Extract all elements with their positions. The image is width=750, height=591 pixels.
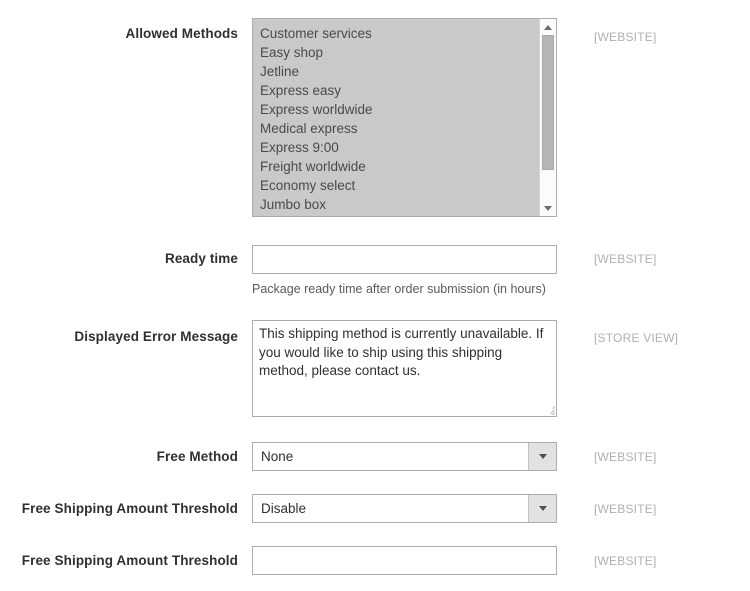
label-free-method: Free Method [156, 449, 238, 464]
scrollbar-thumb[interactable] [542, 35, 554, 170]
field-row-free-shipping-threshold-toggle: Free Shipping Amount Threshold Disable [… [0, 494, 750, 534]
list-item[interactable]: Express worldwide [253, 100, 539, 119]
label-free-shipping-amount-threshold-toggle: Free Shipping Amount Threshold [21, 501, 238, 516]
scope-label-free-shipping-amount-threshold-value: [WEBSITE] [594, 554, 657, 568]
scope-label-displayed-error-message: [STORE VIEW] [594, 331, 679, 345]
label-free-shipping-amount-threshold-value: Free Shipping Amount Threshold [21, 553, 238, 568]
list-item[interactable]: Jumbo box [253, 195, 539, 214]
allowed-methods-multiselect[interactable]: Customer services Easy shop Jetline Expr… [252, 18, 557, 217]
label-allowed-methods: Allowed Methods [125, 26, 238, 41]
ready-time-input[interactable] [252, 245, 557, 274]
chevron-down-icon[interactable] [528, 495, 556, 522]
list-item[interactable]: Economy select [253, 176, 539, 195]
scope-label-ready-time: [WEBSITE] [594, 252, 657, 266]
list-item[interactable]: Customer services [253, 24, 539, 43]
triangle-up-icon[interactable] [540, 19, 556, 35]
free-shipping-amount-threshold-select[interactable]: Disable [252, 494, 557, 523]
free-shipping-amount-threshold-input[interactable] [252, 546, 557, 575]
free-method-selected-value: None [261, 449, 294, 464]
scope-label-free-shipping-amount-threshold-toggle: [WEBSITE] [594, 502, 657, 516]
allowed-methods-option-list[interactable]: Customer services Easy shop Jetline Expr… [253, 19, 539, 216]
displayed-error-message-value: This shipping method is currently unavai… [259, 326, 548, 378]
list-item[interactable]: Express 9:00 [253, 138, 539, 157]
list-item[interactable]: Express easy [253, 81, 539, 100]
scope-label-allowed-methods: [WEBSITE] [594, 30, 657, 44]
list-item[interactable]: Freight worldwide [253, 157, 539, 176]
chevron-down-icon[interactable] [528, 443, 556, 470]
scope-label-free-method: [WEBSITE] [594, 450, 657, 464]
triangle-down-icon[interactable] [540, 200, 556, 216]
free-shipping-amount-threshold-selected-value: Disable [261, 501, 307, 516]
resize-grip-icon[interactable] [543, 403, 555, 415]
label-ready-time: Ready time [164, 251, 238, 266]
allowed-methods-scrollbar[interactable] [539, 19, 556, 216]
field-row-free-shipping-threshold-value: Free Shipping Amount Threshold [WEBSITE] [0, 546, 750, 586]
list-item[interactable]: Easy shop [253, 43, 539, 62]
field-row-free-method: Free Method None [WEBSITE] [0, 442, 750, 482]
list-item[interactable]: Jetline [253, 62, 539, 81]
field-row-allowed-methods: Allowed Methods Customer services Easy s… [0, 0, 750, 230]
free-method-select[interactable]: None [252, 442, 557, 471]
displayed-error-message-textarea[interactable]: This shipping method is currently unavai… [252, 320, 557, 417]
field-row-ready-time: Ready time [WEBSITE] Package ready time … [0, 245, 750, 305]
list-item[interactable]: Medical express [253, 119, 539, 138]
label-displayed-error-message: Displayed Error Message [74, 329, 238, 344]
hint-ready-time: Package ready time after order submissio… [252, 282, 546, 296]
